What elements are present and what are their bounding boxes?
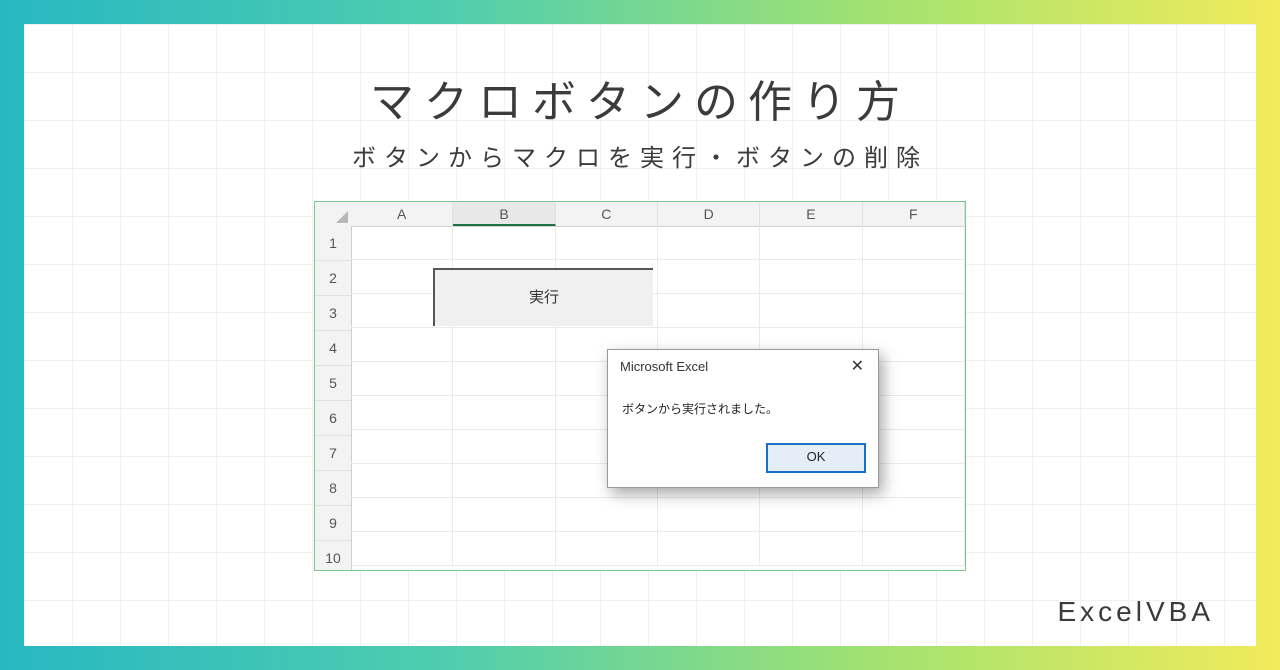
cell[interactable] bbox=[658, 532, 760, 566]
row-header[interactable]: 10 bbox=[315, 541, 351, 571]
gradient-border-frame: マクロボタンの作り方 ボタンからマクロを実行・ボタンの削除 A B C D E … bbox=[0, 0, 1280, 670]
cell[interactable] bbox=[863, 226, 965, 260]
cell[interactable] bbox=[453, 430, 555, 464]
dialog-footer: OK bbox=[608, 435, 878, 487]
cell[interactable] bbox=[556, 226, 658, 260]
cell[interactable] bbox=[453, 532, 555, 566]
cell[interactable] bbox=[351, 532, 453, 566]
brand-label: ExcelVBA bbox=[1058, 596, 1215, 628]
cell[interactable] bbox=[863, 294, 965, 328]
column-header[interactable]: E bbox=[760, 202, 862, 226]
page-title: マクロボタンの作り方 bbox=[370, 66, 910, 130]
macro-run-button-label: 実行 bbox=[529, 289, 559, 306]
cell[interactable] bbox=[658, 260, 760, 294]
cell[interactable] bbox=[658, 294, 760, 328]
column-header[interactable]: B bbox=[453, 202, 555, 226]
cell[interactable] bbox=[760, 294, 862, 328]
cell[interactable] bbox=[351, 464, 453, 498]
cell[interactable] bbox=[453, 498, 555, 532]
column-header[interactable]: D bbox=[658, 202, 760, 226]
close-icon[interactable]: ✕ bbox=[847, 356, 868, 376]
cell[interactable] bbox=[863, 532, 965, 566]
macro-run-button[interactable]: 実行 bbox=[433, 268, 653, 326]
cell[interactable] bbox=[760, 532, 862, 566]
row-header[interactable]: 1 bbox=[315, 226, 351, 261]
row-header[interactable]: 5 bbox=[315, 366, 351, 401]
cell[interactable] bbox=[453, 328, 555, 362]
column-header[interactable]: F bbox=[863, 202, 965, 226]
dialog-title-text: Microsoft Excel bbox=[620, 359, 708, 374]
cell[interactable] bbox=[453, 226, 555, 260]
cell[interactable] bbox=[863, 260, 965, 294]
cell[interactable] bbox=[351, 498, 453, 532]
cell[interactable] bbox=[863, 498, 965, 532]
cell[interactable] bbox=[351, 430, 453, 464]
row-header[interactable]: 7 bbox=[315, 436, 351, 471]
cell[interactable] bbox=[556, 532, 658, 566]
content-card: マクロボタンの作り方 ボタンからマクロを実行・ボタンの削除 A B C D E … bbox=[24, 24, 1256, 646]
page-subtitle: ボタンからマクロを実行・ボタンの削除 bbox=[24, 138, 1256, 173]
cell[interactable] bbox=[658, 226, 760, 260]
excel-spreadsheet-screenshot: A B C D E F 1 2 3 4 5 6 7 8 9 10 bbox=[314, 201, 966, 571]
cell[interactable] bbox=[351, 362, 453, 396]
cell[interactable] bbox=[760, 260, 862, 294]
column-header[interactable]: C bbox=[556, 202, 658, 226]
select-all-corner[interactable] bbox=[315, 202, 352, 227]
ok-button[interactable]: OK bbox=[766, 443, 866, 473]
cell[interactable] bbox=[351, 226, 453, 260]
row-header[interactable]: 8 bbox=[315, 471, 351, 506]
cell[interactable] bbox=[760, 226, 862, 260]
cell[interactable] bbox=[453, 464, 555, 498]
cell-grid: 実行 Microsoft Excel ✕ ボタンから実行されました。 OK bbox=[351, 226, 965, 570]
column-header[interactable]: A bbox=[351, 202, 453, 226]
cell[interactable] bbox=[453, 396, 555, 430]
row-header[interactable]: 3 bbox=[315, 296, 351, 331]
message-box-dialog: Microsoft Excel ✕ ボタンから実行されました。 OK bbox=[607, 349, 879, 488]
row-headers: 1 2 3 4 5 6 7 8 9 10 bbox=[315, 226, 352, 570]
dialog-message: ボタンから実行されました。 bbox=[608, 380, 878, 435]
cell[interactable] bbox=[351, 328, 453, 362]
title-text: マクロボタンの作り方 bbox=[370, 78, 910, 127]
cell[interactable] bbox=[351, 396, 453, 430]
cell[interactable] bbox=[658, 498, 760, 532]
cell[interactable] bbox=[453, 362, 555, 396]
row-header[interactable]: 4 bbox=[315, 331, 351, 366]
column-headers: A B C D E F bbox=[351, 202, 965, 227]
row-header[interactable]: 6 bbox=[315, 401, 351, 436]
dialog-titlebar: Microsoft Excel ✕ bbox=[608, 350, 878, 380]
row-header[interactable]: 9 bbox=[315, 506, 351, 541]
cell[interactable] bbox=[556, 498, 658, 532]
title-block: マクロボタンの作り方 ボタンからマクロを実行・ボタンの削除 bbox=[24, 24, 1256, 173]
cell[interactable] bbox=[760, 498, 862, 532]
row-header[interactable]: 2 bbox=[315, 261, 351, 296]
